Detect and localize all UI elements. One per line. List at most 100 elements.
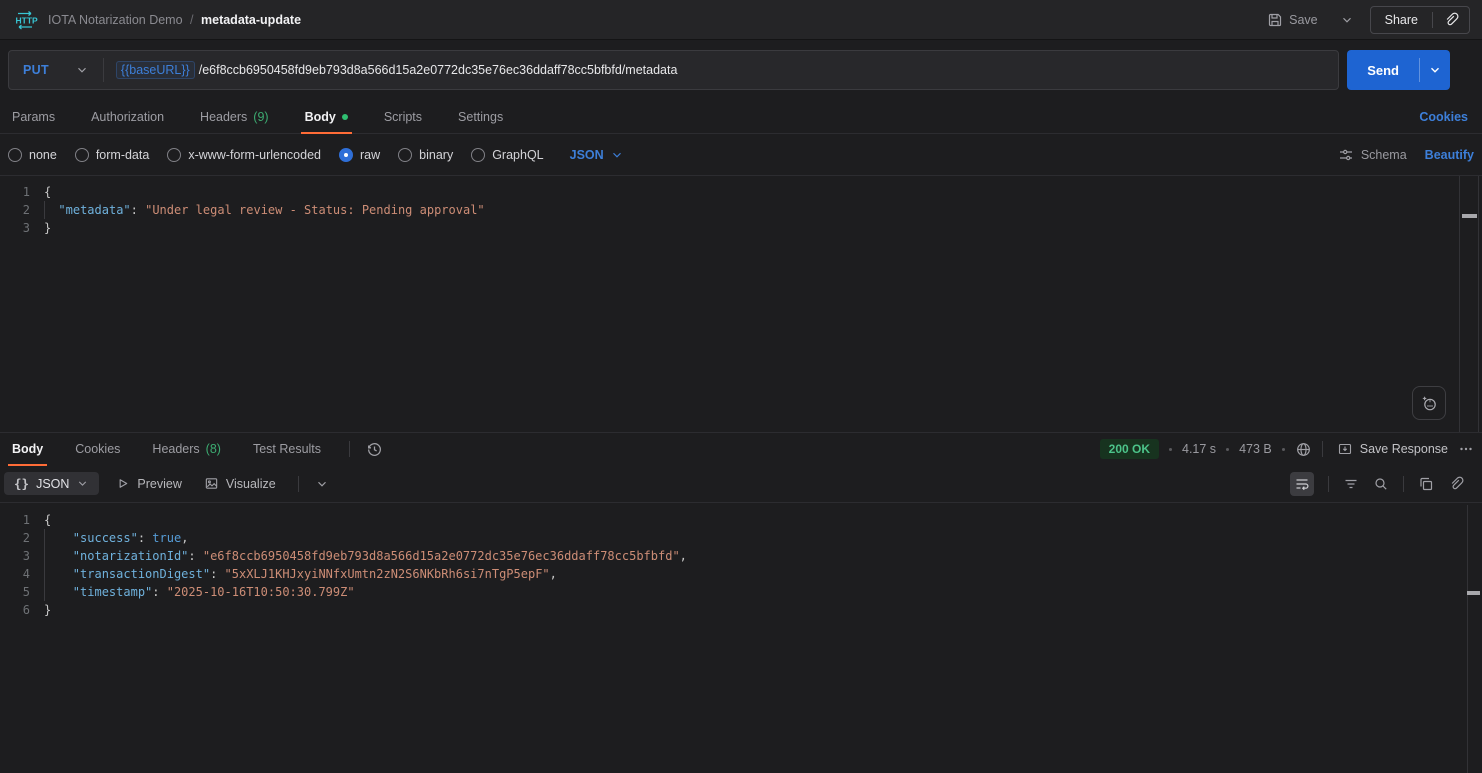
response-scroll-thumb[interactable] — [1467, 591, 1480, 595]
send-button-group: Send — [1347, 50, 1450, 90]
tab-params[interactable]: Params — [8, 100, 59, 133]
save-button[interactable]: Save — [1261, 8, 1324, 32]
sliders-icon — [1338, 147, 1354, 163]
response-body-editor[interactable]: 1{2"success": true,3"notarizationId": "e… — [0, 503, 1482, 773]
mode-graphql[interactable]: GraphQL — [471, 148, 543, 162]
response-history-icon[interactable] — [366, 441, 383, 458]
tab-authorization[interactable]: Authorization — [87, 100, 168, 133]
body-mode-row: none form-data x-www-form-urlencoded raw… — [0, 134, 1482, 176]
filter-icon[interactable] — [1343, 476, 1359, 492]
send-button[interactable]: Send — [1347, 50, 1419, 90]
url-variable-chip[interactable]: {{baseURL}} — [116, 61, 195, 79]
response-size[interactable]: 473 B — [1239, 442, 1272, 456]
preview-button[interactable]: Preview — [115, 476, 181, 491]
request-editor-scrollbar[interactable] — [1459, 176, 1479, 432]
radio-graphql — [471, 148, 485, 162]
status-badge[interactable]: 200 OK — [1100, 439, 1159, 459]
method-select[interactable]: PUT — [9, 51, 103, 89]
tabs-divider — [349, 441, 350, 457]
code-line: 3"notarizationId": "e6f8ccb6950458fd9eb7… — [0, 547, 1482, 565]
request-body-editor[interactable]: 1{2"metadata": "Under legal review - Sta… — [0, 176, 1482, 432]
request-scroll-thumb[interactable] — [1462, 214, 1477, 218]
code-line: 2"metadata": "Under legal review - Statu… — [0, 201, 1482, 219]
cookies-link[interactable]: Cookies — [1419, 110, 1474, 124]
response-tab-headers[interactable]: Headers(8) — [148, 433, 225, 465]
braces-icon: {} — [14, 476, 29, 491]
tab-scripts[interactable]: Scripts — [380, 100, 426, 133]
save-options-chevron[interactable] — [1334, 9, 1360, 31]
language-select[interactable]: JSON — [570, 148, 624, 162]
tab-headers[interactable]: Headers(9) — [196, 100, 273, 133]
collection-name[interactable]: IOTA Notarization Demo — [48, 13, 183, 27]
save-label: Save — [1289, 13, 1318, 27]
request-body-code: 1{2"metadata": "Under legal review - Sta… — [0, 183, 1482, 237]
code-line: 2"success": true, — [0, 529, 1482, 547]
image-icon — [204, 476, 219, 491]
floppy-save-icon — [1267, 12, 1283, 28]
radio-none — [8, 148, 22, 162]
code-line: 3} — [0, 219, 1482, 237]
toolbar-divider — [1328, 476, 1329, 492]
meta-divider — [1322, 441, 1323, 457]
mode-none[interactable]: none — [8, 148, 57, 162]
mode-form-data[interactable]: form-data — [75, 148, 150, 162]
visualize-button[interactable]: Visualize — [204, 476, 276, 491]
beautify-button[interactable]: Beautify — [1425, 148, 1474, 162]
code-line: 5"timestamp": "2025-10-16T10:50:30.799Z" — [0, 583, 1482, 601]
url-path: /e6f8ccb6950458fd9eb793d8a566d15a2e0772d… — [199, 63, 678, 77]
request-name[interactable]: metadata-update — [201, 13, 301, 27]
response-tab-test-results[interactable]: Test Results — [249, 433, 325, 465]
play-icon — [115, 476, 130, 491]
toolbar-divider — [1403, 476, 1404, 492]
link-icon[interactable] — [1448, 476, 1464, 492]
mode-raw[interactable]: raw — [339, 148, 380, 162]
meta-dot — [1169, 448, 1172, 451]
wrap-text-button[interactable] — [1290, 472, 1314, 496]
url-box: PUT {{baseURL}} /e6f8ccb6950458fd9eb793d… — [8, 50, 1339, 90]
mode-x-www-form-urlencoded[interactable]: x-www-form-urlencoded — [167, 148, 321, 162]
save-response-icon — [1337, 441, 1353, 457]
tab-body[interactable]: Body — [301, 100, 352, 133]
schema-button[interactable]: Schema — [1338, 147, 1407, 163]
radio-x-www-form-urlencoded — [167, 148, 181, 162]
tab-settings[interactable]: Settings — [454, 100, 507, 133]
meta-dot — [1282, 448, 1285, 451]
url-input[interactable]: {{baseURL}} /e6f8ccb6950458fd9eb793d8a56… — [104, 61, 690, 79]
response-tab-cookies[interactable]: Cookies — [71, 433, 124, 465]
network-globe-icon[interactable] — [1295, 441, 1312, 458]
response-format-select[interactable]: {} JSON — [4, 472, 99, 495]
code-line: 1{ — [0, 183, 1482, 201]
radio-binary — [398, 148, 412, 162]
format-divider — [298, 476, 299, 492]
copy-link-button[interactable] — [1433, 12, 1469, 28]
code-line: 6} — [0, 601, 1482, 619]
postbot-button[interactable] — [1412, 386, 1446, 420]
response-body-code: 1{2"success": true,3"notarizationId": "e… — [0, 511, 1482, 619]
code-line: 1{ — [0, 511, 1482, 529]
response-tab-body[interactable]: Body — [8, 433, 47, 465]
search-icon[interactable] — [1373, 476, 1389, 492]
request-bar: PUT {{baseURL}} /e6f8ccb6950458fd9eb793d… — [0, 40, 1482, 100]
breadcrumb: HTTP IOTA Notarization Demo / metadata-u… — [12, 10, 301, 30]
code-line: 4"transactionDigest": "5xXLJ1KHJxyiNNfxU… — [0, 565, 1482, 583]
response-editor-scrollbar[interactable] — [1467, 505, 1468, 773]
radio-raw — [339, 148, 353, 162]
response-time[interactable]: 4.17 s — [1182, 442, 1216, 456]
http-request-icon: HTTP — [12, 10, 38, 30]
body-content-dot — [342, 114, 348, 120]
svg-text:HTTP: HTTP — [16, 15, 39, 25]
response-headers-count: (8) — [206, 442, 221, 456]
send-options-chevron[interactable] — [1420, 50, 1450, 90]
meta-dot — [1226, 448, 1229, 451]
mode-binary[interactable]: binary — [398, 148, 453, 162]
breadcrumb-text: IOTA Notarization Demo / metadata-update — [48, 13, 301, 27]
more-options-icon[interactable] — [1458, 441, 1474, 457]
response-pane: Body Cookies Headers(8) Test Results 200… — [0, 432, 1482, 773]
save-response-button[interactable]: Save Response — [1337, 441, 1448, 457]
app-header: HTTP IOTA Notarization Demo / metadata-u… — [0, 0, 1482, 40]
format-chevron-icon — [76, 477, 89, 490]
copy-icon[interactable] — [1418, 476, 1434, 492]
headers-count: (9) — [253, 110, 268, 124]
share-button[interactable]: Share — [1371, 13, 1432, 27]
format-options-chevron[interactable] — [315, 477, 329, 491]
